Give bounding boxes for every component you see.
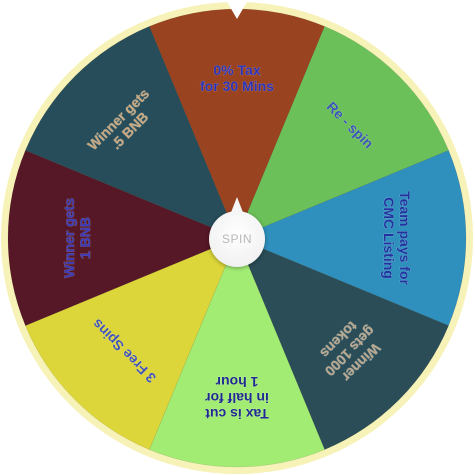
spin-button-label: SPIN xyxy=(221,232,252,246)
wheel-slice-label: Team pays forCMC Listing xyxy=(381,191,413,285)
wheel-slice-label-line: in half for xyxy=(205,390,269,406)
wheel-slice-label-line: Winner gets xyxy=(61,198,77,278)
spin-button[interactable]: SPIN xyxy=(209,197,265,267)
wheel-slice-label-line: 0% Tax xyxy=(213,62,260,78)
wheel-slice-label-line: Team pays for xyxy=(397,191,413,285)
wheel-slice-label-line: 1 BNB xyxy=(77,217,93,259)
wheel-slice-label-line: 1 hour xyxy=(215,374,258,390)
wheel-slice-label-line: CMC Listing xyxy=(381,197,397,279)
wheel-slice-label-line: for 30 Mins xyxy=(200,78,274,94)
wheel-slice-label-line: Tax is cut xyxy=(205,406,269,422)
